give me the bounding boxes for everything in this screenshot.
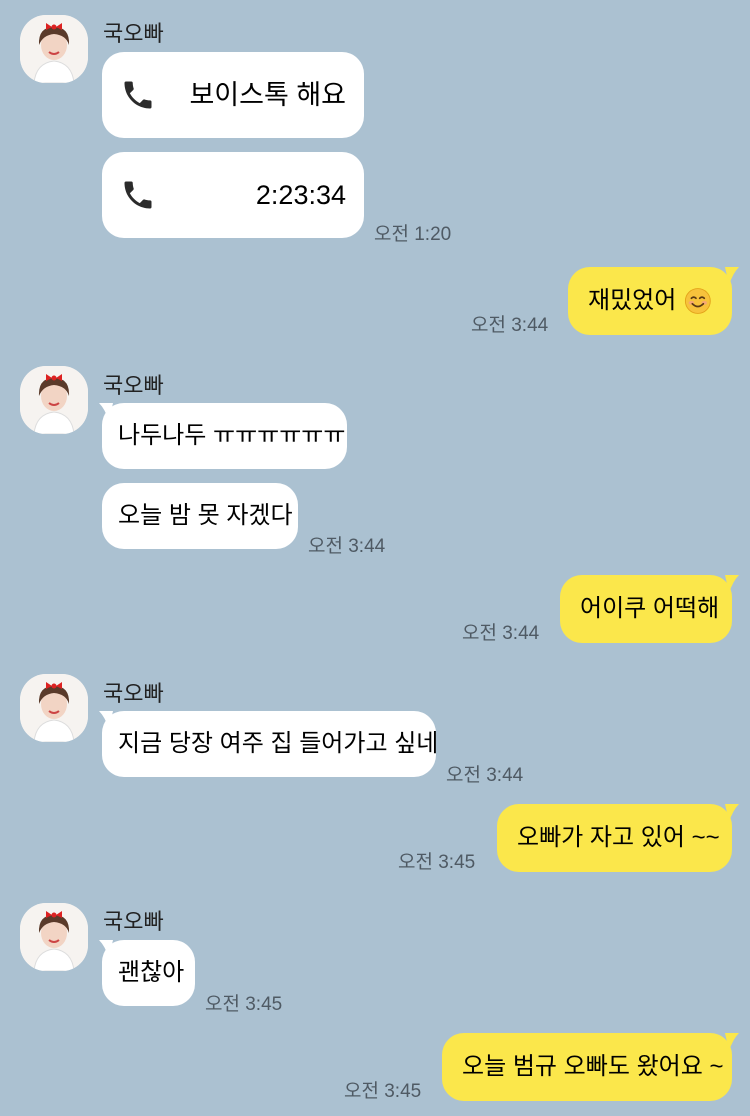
contact-avatar[interactable] xyxy=(20,15,88,83)
message-text: 재밌었어 xyxy=(588,287,677,314)
outgoing-message-bubble[interactable]: 재밌었어 xyxy=(568,267,732,335)
message-text: 오늘 범규 오빠도 왔어요 ~ xyxy=(462,1053,724,1080)
message-text: 어이쿠 어떡해 xyxy=(580,595,720,622)
message-text: 괜찮아 xyxy=(118,959,185,986)
message-time: 오전 1:20 xyxy=(374,224,452,245)
call-label: 보이스톡 해요 xyxy=(189,79,346,110)
voice-talk-call-bubble[interactable]: 보이스톡 해요 xyxy=(102,52,364,138)
contact-avatar[interactable] xyxy=(20,903,88,971)
bubble-tail xyxy=(725,804,739,822)
message-time: 오전 3:45 xyxy=(205,994,283,1015)
call-duration: 2:23:34 xyxy=(255,179,346,210)
bubble-tail xyxy=(725,575,739,593)
outgoing-message-bubble[interactable]: 오빠가 자고 있어 ~~ xyxy=(497,804,732,872)
sender-name: 국오빠 xyxy=(103,909,164,934)
incoming-message-bubble[interactable]: 지금 당장 여주 집 들어가고 싶네 xyxy=(102,711,439,777)
profile-photo xyxy=(20,903,88,971)
call-duration-bubble[interactable]: 2:23:34 xyxy=(102,152,364,238)
profile-photo xyxy=(20,674,88,742)
message-time: 오전 3:44 xyxy=(308,536,386,557)
bubble-tail xyxy=(725,1033,739,1051)
bubble-tail xyxy=(725,267,739,285)
sender-name: 국오빠 xyxy=(103,21,164,46)
incoming-message-bubble[interactable]: 오늘 밤 못 자겠다 xyxy=(102,483,298,549)
phone-icon xyxy=(124,81,152,109)
message-time: 오전 3:44 xyxy=(471,315,549,336)
message-time: 오전 3:44 xyxy=(462,623,540,644)
message-time: 오전 3:44 xyxy=(446,765,524,786)
sender-name: 국오빠 xyxy=(103,681,164,706)
message-text: 오빠가 자고 있어 ~~ xyxy=(517,824,720,851)
sender-name: 국오빠 xyxy=(103,373,164,398)
outgoing-message-bubble[interactable]: 어이쿠 어떡해 xyxy=(560,575,732,643)
message-text: 지금 당장 여주 집 들어가고 싶네 xyxy=(118,730,439,757)
profile-photo xyxy=(20,366,88,434)
outgoing-message-bubble[interactable]: 오늘 범규 오빠도 왔어요 ~ xyxy=(442,1033,732,1101)
phone-icon xyxy=(124,181,152,209)
message-text: 나두나두 ㅠㅠㅠㅠㅠㅠ xyxy=(118,422,346,449)
message-time: 오전 3:45 xyxy=(398,852,476,873)
contact-avatar[interactable] xyxy=(20,366,88,434)
profile-photo xyxy=(20,15,88,83)
contact-avatar[interactable] xyxy=(20,674,88,742)
message-time: 오전 3:45 xyxy=(344,1081,422,1102)
smiling-face-emoji-icon xyxy=(685,288,712,314)
incoming-message-bubble[interactable]: 나두나두 ㅠㅠㅠㅠㅠㅠ xyxy=(102,403,347,469)
message-text: 오늘 밤 못 자겠다 xyxy=(118,502,293,529)
incoming-message-bubble[interactable]: 괜찮아 xyxy=(102,940,195,1006)
